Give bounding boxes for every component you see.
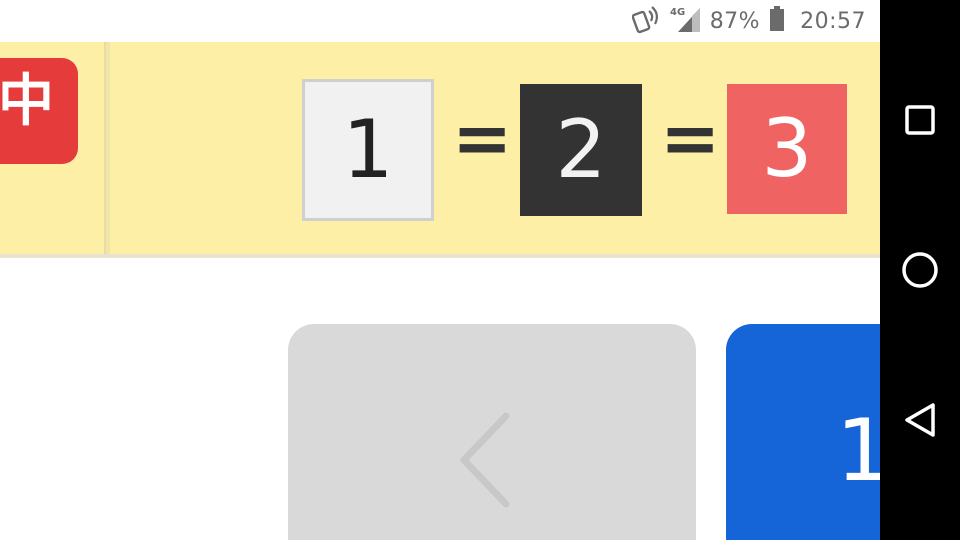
equation-tile-3: 3	[727, 84, 847, 214]
recents-icon[interactable]	[898, 98, 942, 142]
status-bar: 4G 87% 20:57	[0, 0, 880, 42]
badge-label: 中	[0, 69, 54, 134]
battery-percent: 87%	[709, 8, 761, 34]
battery-icon	[768, 5, 786, 37]
system-nav-bar	[880, 0, 960, 540]
banner-divider	[104, 42, 110, 254]
network-type-label: 4G	[670, 7, 685, 18]
home-icon[interactable]	[898, 248, 942, 292]
equation-tile-2: 2	[520, 84, 642, 216]
clock: 20:57	[800, 8, 866, 34]
back-icon[interactable]	[898, 398, 942, 442]
main-content: 1	[0, 262, 926, 540]
puzzle-banner: 中 1 = 2 = 3	[0, 42, 880, 258]
nfc-icon	[631, 4, 662, 38]
equals-sign: =	[452, 96, 513, 180]
equation-tile-1: 1	[302, 79, 434, 221]
chevron-left-icon	[456, 410, 516, 514]
equals-sign: =	[660, 96, 721, 180]
status-icons: 4G 87% 20:57	[631, 4, 866, 38]
cell-signal-icon: 4G	[670, 4, 702, 38]
previous-button[interactable]	[288, 324, 696, 540]
badge-button[interactable]: 中	[0, 58, 78, 164]
